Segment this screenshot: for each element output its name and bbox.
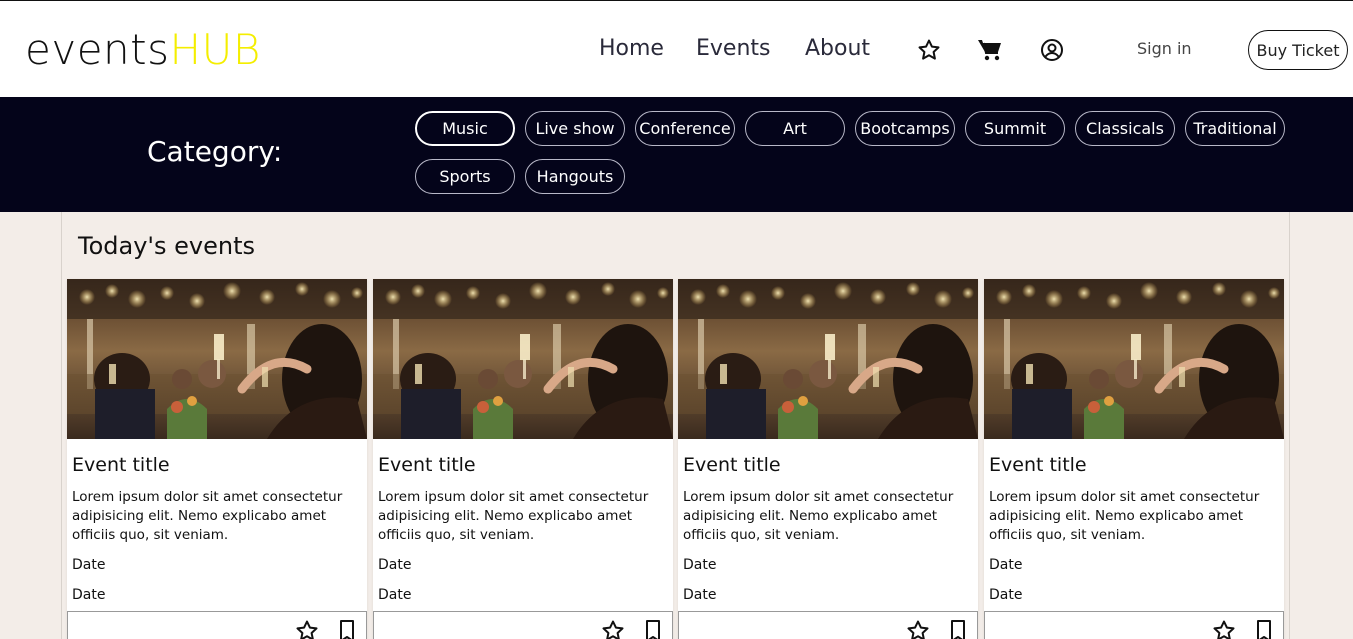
event-photo	[984, 279, 1284, 439]
cart-icon[interactable]	[977, 37, 1003, 63]
brand-logo[interactable]: eventsHUB	[25, 26, 261, 74]
bookmark-icon[interactable]	[950, 620, 966, 639]
category-chip-art[interactable]: Art	[745, 111, 845, 146]
event-title[interactable]: Event title	[989, 453, 1087, 477]
bookmark-icon[interactable]	[339, 620, 355, 639]
top-header: eventsHUB Home Events About Sign in Buy …	[0, 0, 1353, 97]
category-chip-traditional[interactable]: Traditional	[1185, 111, 1285, 146]
event-date: Date	[378, 557, 412, 573]
event-description: Lorem ipsum dolor sit amet consectetur a…	[72, 489, 343, 543]
category-chip-conference[interactable]: Conference	[635, 111, 735, 146]
category-chip-classicals[interactable]: Classicals	[1075, 111, 1175, 146]
star-icon[interactable]	[916, 37, 942, 63]
event-card[interactable]: Event title Lorem ipsum dolor sit amet c…	[984, 279, 1284, 639]
event-description: Lorem ipsum dolor sit amet consectetur a…	[989, 489, 1260, 543]
favorite-star-icon[interactable]	[906, 619, 930, 639]
event-card[interactable]: Event title Lorem ipsum dolor sit amet c…	[373, 279, 673, 639]
event-date: Date	[72, 557, 106, 573]
buy-ticket-button[interactable]: Buy Ticket	[1248, 30, 1348, 70]
user-circle-icon[interactable]	[1039, 37, 1065, 63]
event-title[interactable]: Event title	[378, 453, 476, 477]
card-footer	[373, 611, 673, 639]
event-date: Date	[72, 587, 106, 603]
category-bar: Category: Music Live show Conference Art…	[0, 97, 1353, 212]
event-date: Date	[989, 587, 1023, 603]
event-title[interactable]: Event title	[683, 453, 781, 477]
nav-home-link[interactable]: Home	[599, 35, 664, 63]
category-chip-music[interactable]: Music	[415, 111, 515, 146]
card-footer	[678, 611, 978, 639]
event-title[interactable]: Event title	[72, 453, 170, 477]
event-photo	[67, 279, 367, 439]
category-label: Category:	[147, 135, 283, 168]
brand-accent-text: HUB	[169, 25, 261, 74]
event-date: Date	[378, 587, 412, 603]
favorite-star-icon[interactable]	[295, 619, 319, 639]
card-footer	[67, 611, 367, 639]
event-description: Lorem ipsum dolor sit amet consectetur a…	[683, 489, 954, 543]
event-date: Date	[989, 557, 1023, 573]
bookmark-icon[interactable]	[1256, 620, 1272, 639]
nav-events-link[interactable]: Events	[696, 35, 771, 63]
event-description: Lorem ipsum dolor sit amet consectetur a…	[378, 489, 649, 543]
event-date: Date	[683, 557, 717, 573]
section-title: Today's events	[78, 232, 255, 260]
sign-in-link[interactable]: Sign in	[1137, 38, 1192, 60]
favorite-star-icon[interactable]	[601, 619, 625, 639]
nav-about-link[interactable]: About	[805, 35, 870, 63]
event-photo	[373, 279, 673, 439]
card-footer	[984, 611, 1284, 639]
category-chip-bootcamps[interactable]: Bootcamps	[855, 111, 955, 146]
favorite-star-icon[interactable]	[1212, 619, 1236, 639]
category-chip-summit[interactable]: Summit	[965, 111, 1065, 146]
event-photo	[678, 279, 978, 439]
event-card[interactable]: Event title Lorem ipsum dolor sit amet c…	[678, 279, 978, 639]
category-chip-hangouts[interactable]: Hangouts	[525, 159, 625, 194]
brand-text: events	[25, 25, 170, 74]
category-chip-live-show[interactable]: Live show	[525, 111, 625, 146]
event-date: Date	[683, 587, 717, 603]
bookmark-icon[interactable]	[645, 620, 661, 639]
category-chip-sports[interactable]: Sports	[415, 159, 515, 194]
event-card[interactable]: Event title Lorem ipsum dolor sit amet c…	[67, 279, 367, 639]
